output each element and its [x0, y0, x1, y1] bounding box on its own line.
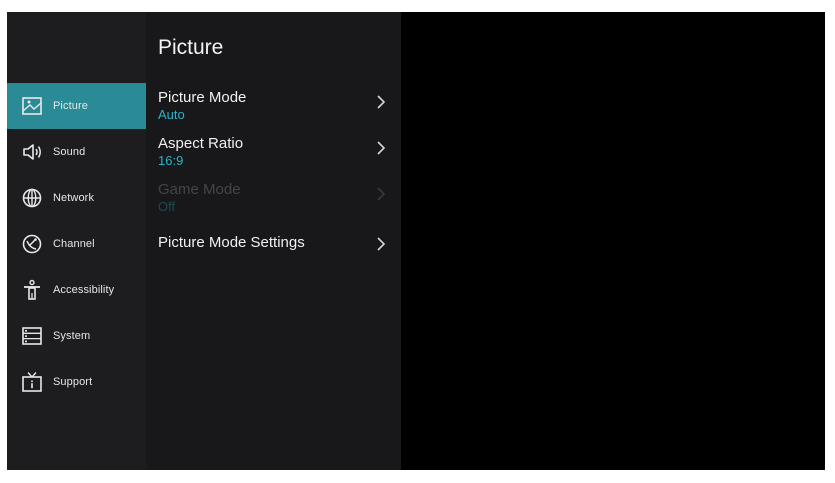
chevron-right-icon	[374, 237, 388, 251]
sidebar-item-support[interactable]: Support	[7, 359, 146, 405]
globe-icon	[21, 187, 43, 209]
row-label: Picture Mode Settings	[158, 234, 305, 251]
sidebar-item-sound[interactable]: Sound	[7, 129, 146, 175]
game-mode-row: Game Mode Off	[158, 181, 388, 223]
picture-mode-settings-row[interactable]: Picture Mode Settings	[158, 234, 388, 276]
row-label: Picture Mode	[158, 89, 247, 106]
chevron-right-icon	[374, 141, 388, 155]
sidebar-item-channel[interactable]: Channel	[7, 221, 146, 267]
picture-mode-row[interactable]: Picture Mode Auto	[158, 89, 388, 131]
picture-icon	[21, 95, 43, 117]
tv-info-icon	[21, 371, 43, 393]
picture-settings-panel: Picture Picture Mode Auto Aspect Ratio 1…	[146, 12, 401, 470]
sidebar-item-network[interactable]: Network	[7, 175, 146, 221]
accessibility-person-icon	[21, 279, 43, 301]
sidebar-item-label: Sound	[53, 146, 86, 158]
sidebar-item-picture[interactable]: Picture	[7, 83, 146, 129]
chevron-right-icon	[374, 95, 388, 109]
sidebar-item-label: Channel	[53, 238, 95, 250]
sidebar-item-accessibility[interactable]: Accessibility	[7, 267, 146, 313]
speaker-icon	[21, 141, 43, 163]
tv-screen: Picture Sound Network Channel Accessibil	[7, 12, 825, 470]
video-preview-area	[401, 12, 825, 470]
aspect-ratio-row[interactable]: Aspect Ratio 16:9	[158, 135, 388, 177]
system-list-icon	[21, 325, 43, 347]
settings-sidebar: Picture Sound Network Channel Accessibil	[7, 12, 146, 470]
sidebar-item-label: Accessibility	[53, 284, 115, 296]
row-value: 16:9	[158, 153, 184, 168]
sidebar-item-label: Network	[53, 192, 95, 204]
page-title: Picture	[158, 36, 224, 59]
row-value: Off	[158, 199, 176, 214]
row-value: Auto	[158, 107, 185, 122]
row-label: Aspect Ratio	[158, 135, 244, 152]
chevron-right-icon	[374, 187, 388, 201]
sidebar-item-label: Picture	[53, 100, 88, 112]
row-label: Game Mode	[158, 181, 241, 198]
sidebar-item-label: System	[53, 330, 91, 342]
sidebar-item-system[interactable]: System	[7, 313, 146, 359]
satellite-dish-icon	[21, 233, 43, 255]
sidebar-item-label: Support	[53, 376, 93, 388]
